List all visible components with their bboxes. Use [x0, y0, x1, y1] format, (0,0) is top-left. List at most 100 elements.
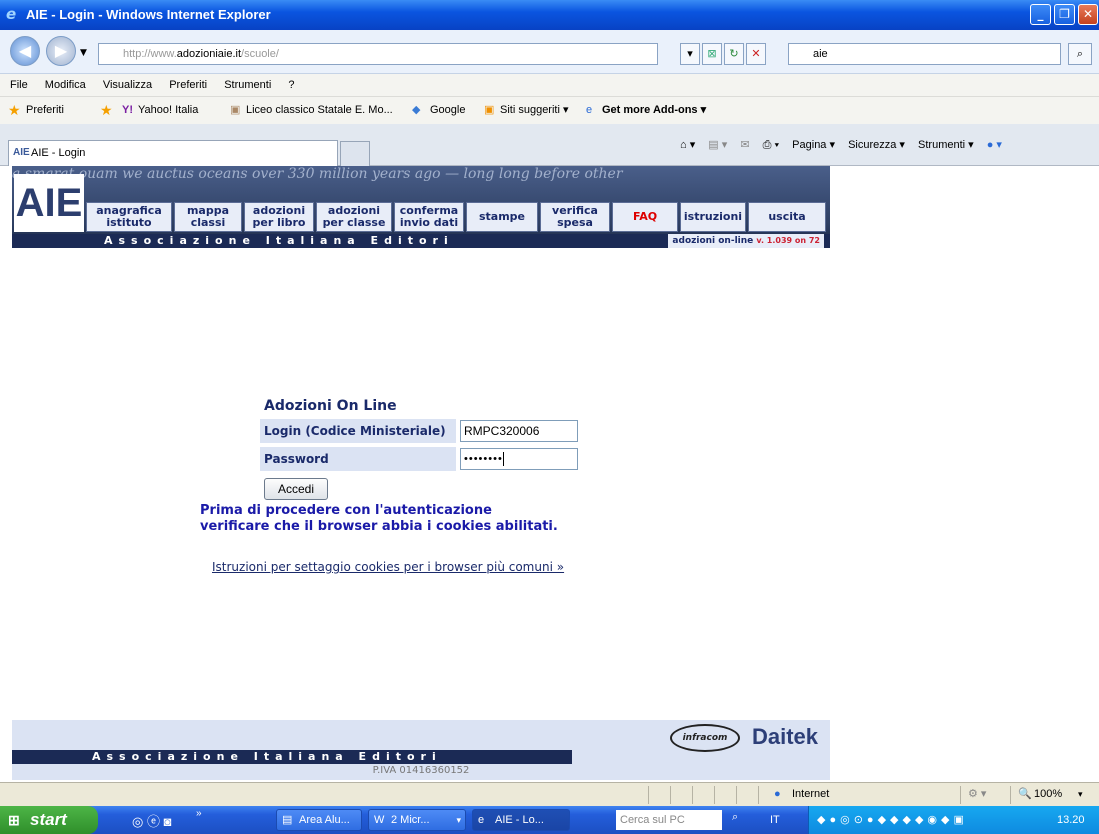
nav-istruzioni[interactable]: istruzioni [680, 202, 746, 232]
tab-aie-login[interactable]: AIE AIE - Login [8, 140, 338, 166]
quicklaunch-more-icon[interactable]: » [196, 808, 202, 819]
language-indicator[interactable]: IT [770, 806, 780, 834]
cmd-pagina[interactable]: Pagina ▾ [792, 139, 835, 151]
infracom-logo: infracom [670, 724, 740, 752]
version-title: adozioni on-line [672, 236, 754, 246]
window-title: AIE - Login - Windows Internet Explorer [26, 7, 271, 22]
add-favorite-icon[interactable]: ★ [100, 97, 113, 124]
login-label: Login (Codice Ministeriale) [260, 419, 456, 443]
taskbar: ⊞ start ◎ ⓔ ◙ » ▤ Area Alu... W2 Micr... ▾ … [0, 806, 1099, 834]
address-field[interactable]: http://www.adozioniaie.it/scuole/ [98, 43, 658, 65]
refresh-icon[interactable]: ↻ [724, 43, 744, 65]
favorites-button[interactable]: Preferiti [26, 97, 64, 124]
help-icon[interactable]: ● ▾ [987, 139, 1002, 151]
nav-mappa-classi[interactable]: mappa classi [174, 202, 242, 232]
favorites-bar: ★ Preferiti ★ Y! Yahoo! Italia ▣ Liceo c… [0, 96, 1099, 124]
ie-taskbar-icon: e [478, 814, 485, 826]
nav-stampe[interactable]: stampe [466, 202, 538, 232]
command-bar: ⌂ ▾ ▤ ▾ ✉ ⎙ ▾ Pagina ▾ Sicurezza ▾ Strum… [670, 138, 1002, 152]
tab-title: AIE - Login [31, 147, 86, 159]
password-label: Password [260, 447, 456, 471]
fav-yahoo[interactable]: Yahoo! Italia [138, 97, 198, 124]
login-input[interactable]: RMPC320006 [460, 420, 578, 442]
print-icon[interactable]: ⎙ ▾ [763, 139, 779, 151]
minimize-button[interactable]: _ [1030, 4, 1051, 25]
menu-file[interactable]: File [10, 79, 28, 91]
menu-modifica[interactable]: Modifica [45, 79, 86, 91]
liceo-icon: ▣ [230, 104, 241, 116]
desktop-search-input[interactable]: Cerca sul PC [616, 810, 722, 830]
restore-button[interactable]: ❐ [1054, 4, 1075, 25]
back-button[interactable]: ◀ [10, 36, 40, 66]
taskbar-item-area-label: Area Alu... [299, 814, 350, 826]
url-path: /scuole/ [241, 48, 279, 60]
cookie-warning-line2: verificare che il browser abbia i cookie… [200, 519, 558, 534]
aie-logo[interactable]: AIE [14, 174, 84, 232]
cmd-strumenti[interactable]: Strumenti ▾ [918, 139, 974, 151]
menu-preferiti[interactable]: Preferiti [169, 79, 207, 91]
search-input[interactable]: aie [788, 43, 1061, 65]
new-tab-button[interactable] [340, 141, 370, 166]
zoom-dropdown-icon[interactable]: ▾ [1078, 783, 1083, 806]
forward-button[interactable]: ▶ [46, 36, 76, 66]
cmd-sicurezza[interactable]: Sicurezza ▾ [848, 139, 905, 151]
nav-conferma-invio-dati[interactable]: conferma invio dati [394, 202, 464, 232]
accedi-button[interactable]: Accedi [264, 478, 328, 500]
login-form-title: Adozioni On Line [264, 398, 397, 414]
url-host: adozioniaie.it [176, 48, 242, 60]
cookie-instructions-link[interactable]: Istruzioni per settaggio cookies per i b… [212, 560, 564, 574]
nav-adozioni-per-libro[interactable]: adozioni per libro [244, 202, 314, 232]
compatibility-icon[interactable]: ⊠ [702, 43, 722, 65]
search-value: aie [813, 48, 828, 60]
mail-icon[interactable]: ✉ [740, 139, 749, 151]
clock[interactable]: 13.20 [1057, 806, 1085, 834]
start-button[interactable]: ⊞ start [0, 806, 98, 834]
stop-icon[interactable]: ✕ [746, 43, 766, 65]
tray-icons[interactable]: ◆●◎⊙●◆◆◆◆◉◆▣ [817, 806, 968, 834]
version-label: adozioni on-line v. 1.039 on 72 [668, 234, 824, 248]
start-label: start [30, 810, 67, 829]
history-dropdown-icon[interactable]: ▼ [80, 48, 87, 58]
taskbar-item-word-label: 2 Micr... [391, 814, 430, 826]
search-icon[interactable]: ⌕ [1068, 43, 1092, 65]
aie-favicon: AIE [13, 147, 30, 158]
nav-anagrafica-istituto[interactable]: anagrafica istituto [86, 202, 172, 232]
fav-siti-suggeriti[interactable]: Siti suggeriti ▾ [500, 97, 569, 124]
window-title-bar[interactable]: e AIE - Login - Windows Internet Explore… [0, 0, 1099, 30]
site-footer: Associazione Italiana Editori infracom D… [12, 720, 830, 780]
suggested-sites-icon: ▣ [484, 104, 495, 116]
menu-bar: File Modifica Visualizza Preferiti Strum… [0, 74, 1099, 96]
menu-help[interactable]: ? [288, 79, 294, 91]
taskbar-item-area[interactable]: ▤ Area Alu... [276, 809, 362, 831]
taskbar-item-ie-label: AIE - Lo... [495, 814, 544, 826]
close-button[interactable]: ✕ [1078, 4, 1098, 25]
nav-faq[interactable]: FAQ [612, 202, 678, 232]
address-toolbar: ◀ ▶ ▼ http://www.adozioniaie.it/scuole/ … [0, 30, 1099, 74]
taskbar-item-ie[interactable]: e AIE - Lo... [472, 809, 570, 831]
address-dropdown-icon[interactable]: ▾ [680, 43, 700, 65]
site-header: a smarat ouam we auctus oceans over 330 … [12, 166, 830, 248]
association-text: Associazione Italiana Editori [104, 234, 454, 247]
nav-verifica-spesa[interactable]: verifica spesa [540, 202, 610, 232]
zoom-icon[interactable]: 🔍 [1018, 783, 1032, 806]
fav-liceo[interactable]: Liceo classico Statale E. Mo... [246, 97, 393, 124]
quicklaunch-icons[interactable]: ◎ ⓔ ◙ [132, 811, 171, 830]
password-input[interactable]: •••••••• [460, 448, 578, 470]
windows-flag-icon: ⊞ [8, 812, 20, 828]
fav-google[interactable]: Google [430, 97, 465, 124]
home-icon[interactable]: ⌂ ▾ [680, 139, 695, 151]
feeds-icon[interactable]: ▤ ▾ [708, 139, 727, 151]
menu-visualizza[interactable]: Visualizza [103, 79, 152, 91]
fav-get-addons[interactable]: Get more Add-ons ▾ [602, 97, 706, 124]
internet-zone-icon: ● [774, 788, 781, 800]
tab-row: AIE AIE - Login ⌂ ▾ ▤ ▾ ✉ ⎙ ▾ Pagina ▾ S… [0, 124, 1099, 166]
menu-strumenti[interactable]: Strumenti [224, 79, 271, 91]
daitek-logo: Daitek [752, 724, 819, 749]
nav-adozioni-per-classe[interactable]: adozioni per classe [316, 202, 392, 232]
zoom-level[interactable]: 100% [1034, 783, 1062, 806]
nav-uscita[interactable]: uscita [748, 202, 826, 232]
protected-mode-icon[interactable]: ⚙ ▾ [968, 783, 986, 806]
yahoo-icon: Y! [122, 104, 133, 116]
taskbar-item-word[interactable]: W2 Micr... ▾ [368, 809, 466, 831]
desktop-search-icon[interactable]: ⌕ [732, 811, 738, 824]
